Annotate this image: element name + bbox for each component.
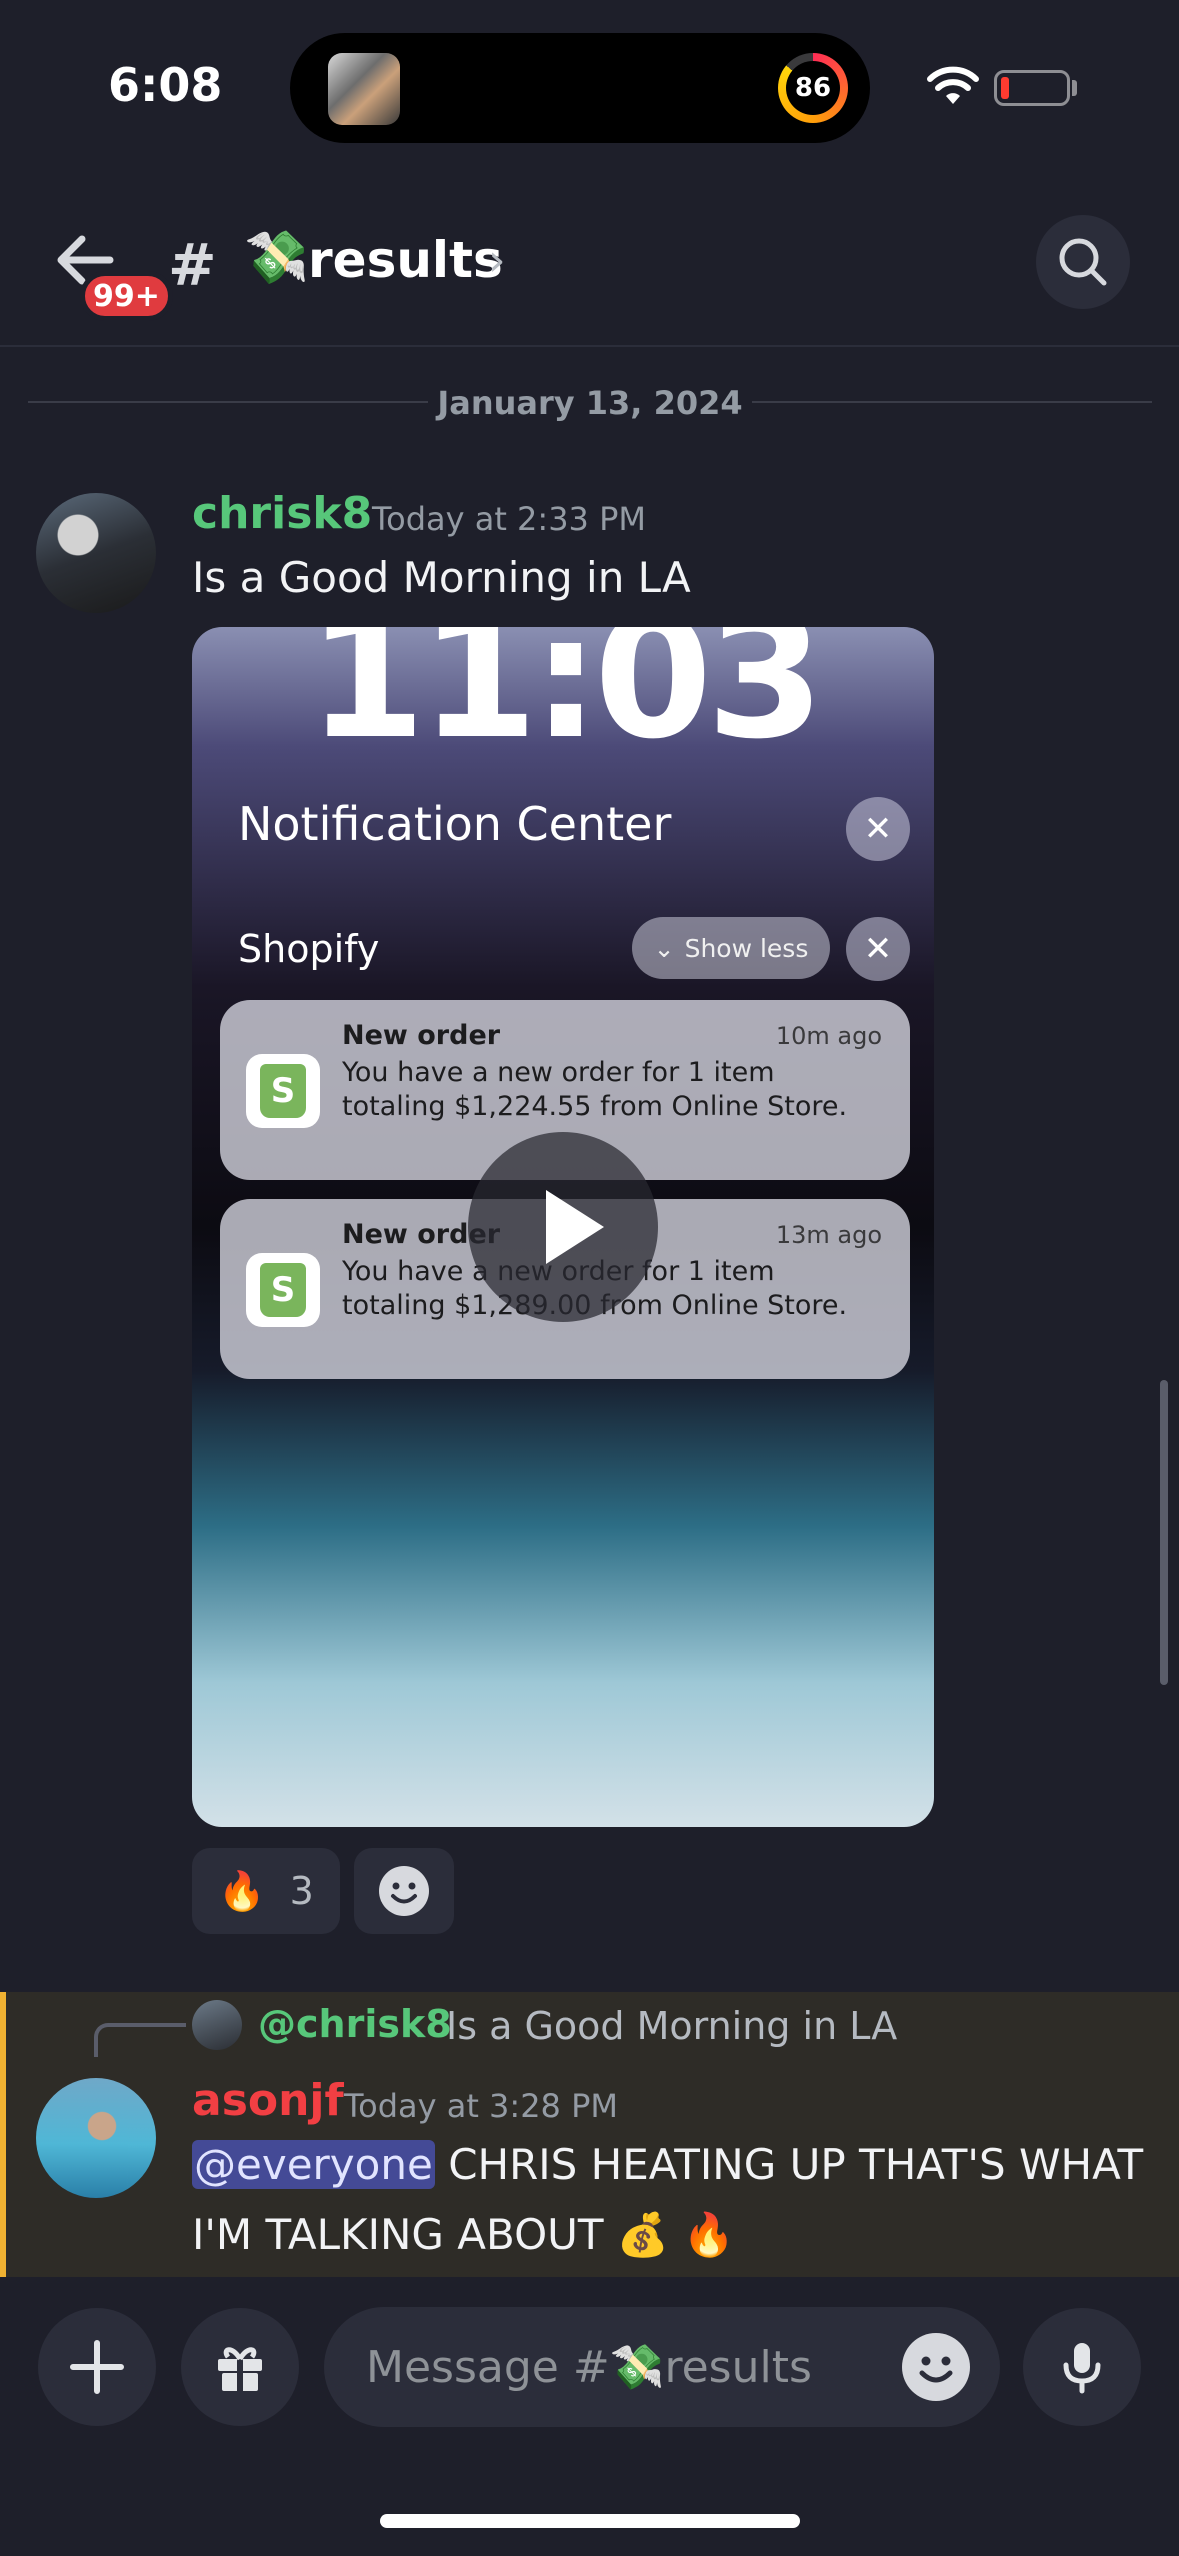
close-icon: ✕: [846, 917, 910, 981]
message-text-line2: I'M TALKING ABOUT 💰 🔥: [192, 2210, 735, 2259]
notification-time: 10m ago: [775, 1022, 882, 1050]
divider-line-right: [752, 401, 1152, 403]
message-username[interactable]: chrisk8: [192, 488, 372, 539]
battery-icon: [994, 70, 1070, 106]
date-divider-label: January 13, 2024: [437, 384, 743, 422]
message-input-placeholder: Message #💸results: [366, 2342, 812, 2393]
chevron-down-icon: ⌄: [653, 933, 675, 963]
message-text: @everyone CHRIS HEATING UP THAT'S WHAT I…: [192, 2130, 1152, 2270]
message-username[interactable]: asonjf: [192, 2075, 344, 2126]
play-button[interactable]: [468, 1132, 658, 1322]
close-icon: ✕: [846, 797, 910, 861]
message-timestamp: Today at 3:28 PM: [344, 2087, 618, 2125]
microphone-icon: [1063, 2343, 1101, 2394]
plus-icon: [70, 2340, 124, 2394]
smiley-icon: [919, 2356, 953, 2383]
show-less-pill: ⌄ Show less: [632, 917, 830, 979]
gift-icon: [218, 2347, 262, 2391]
search-icon: [1059, 238, 1107, 286]
add-reaction-button[interactable]: [354, 1848, 454, 1934]
avatar-asonjf[interactable]: [36, 2078, 156, 2198]
scrollbar-thumb[interactable]: [1160, 1380, 1168, 1685]
reply-connector: [94, 2023, 186, 2057]
play-icon: [546, 1190, 604, 1264]
status-bar: 6:08 86: [0, 0, 1179, 175]
notification-title: New order: [342, 1020, 501, 1051]
date-divider: January 13, 2024: [28, 380, 1152, 424]
reaction-count: 3: [289, 1869, 314, 1913]
lockscreen-time: 11:03: [307, 627, 824, 777]
gift-button[interactable]: [181, 2308, 299, 2426]
notification-body: You have a new order for 1 item totaling…: [342, 1057, 848, 1122]
app-group-label: Shopify: [238, 927, 380, 971]
activity-ring-value: 86: [786, 61, 840, 115]
emoji-picker-button[interactable]: [902, 2333, 970, 2401]
message-text: Is a Good Morning in LA: [192, 553, 691, 602]
message-timestamp: Today at 2:33 PM: [372, 500, 646, 538]
everyone-mention[interactable]: @everyone: [192, 2140, 435, 2189]
video-embed[interactable]: 11:03 Notification Center ✕ Shopify ⌄ Sh…: [192, 627, 934, 1827]
attach-button[interactable]: [38, 2308, 156, 2426]
unread-badge: 99+: [80, 271, 173, 321]
shopify-icon: S: [246, 1253, 320, 1327]
reply-preview-text[interactable]: Is a Good Morning in LA: [446, 2004, 897, 2048]
channel-hash-icon: #: [168, 231, 217, 299]
reply-avatar: [192, 2000, 242, 2050]
wifi-icon: [927, 66, 979, 104]
smiley-icon: [379, 1866, 429, 1916]
home-indicator[interactable]: [380, 2514, 800, 2528]
chevron-right-icon[interactable]: ›: [488, 235, 506, 286]
activity-ring-icon: 86: [778, 53, 848, 123]
reaction-fire[interactable]: 🔥 3: [192, 1848, 340, 1934]
show-less-label: Show less: [684, 933, 809, 963]
reply-username[interactable]: @chrisk8: [258, 2002, 452, 2046]
fire-emoji: 🔥: [218, 1868, 266, 1913]
notification-time: 13m ago: [775, 1221, 882, 1249]
message-input[interactable]: Message #💸results: [324, 2307, 1000, 2427]
voice-message-button[interactable]: [1023, 2308, 1141, 2426]
money-wings-emoji: 💸: [244, 228, 309, 288]
channel-name[interactable]: results: [308, 231, 503, 289]
battery-tip: [1072, 80, 1077, 96]
message-text-line1: CHRIS HEATING UP THAT'S WHAT: [448, 2140, 1144, 2189]
channel-header: 99+ # 💸 results ›: [0, 175, 1179, 347]
search-button[interactable]: [1036, 215, 1130, 309]
avatar-chrisk8[interactable]: [36, 493, 156, 613]
status-time: 6:08: [108, 58, 223, 112]
now-playing-thumbnail: [328, 53, 400, 125]
dynamic-island[interactable]: 86: [290, 33, 870, 143]
notification-center-title: Notification Center: [238, 797, 672, 851]
shopify-icon: S: [246, 1054, 320, 1128]
